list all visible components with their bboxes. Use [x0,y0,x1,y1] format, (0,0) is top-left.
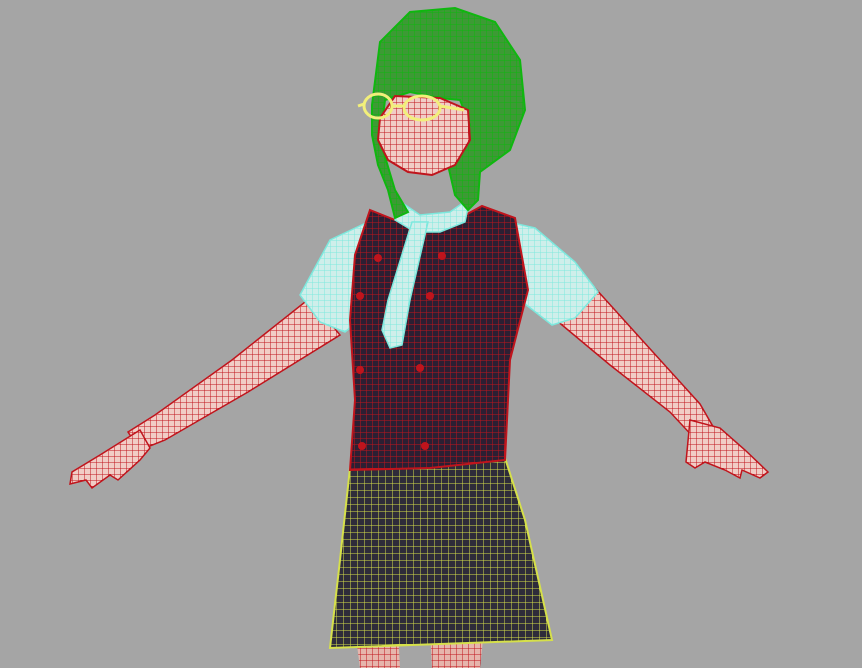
vest-button [426,292,434,300]
vest-button [416,364,424,372]
vest-mesh [348,204,530,472]
vest-button [356,366,364,374]
vest-button [438,252,446,260]
viewport-canvas [0,0,862,668]
vest-button [421,442,429,450]
3d-viewport[interactable] [0,0,862,668]
vest-button [356,292,364,300]
vest-button [374,254,382,262]
vest-button [358,442,366,450]
